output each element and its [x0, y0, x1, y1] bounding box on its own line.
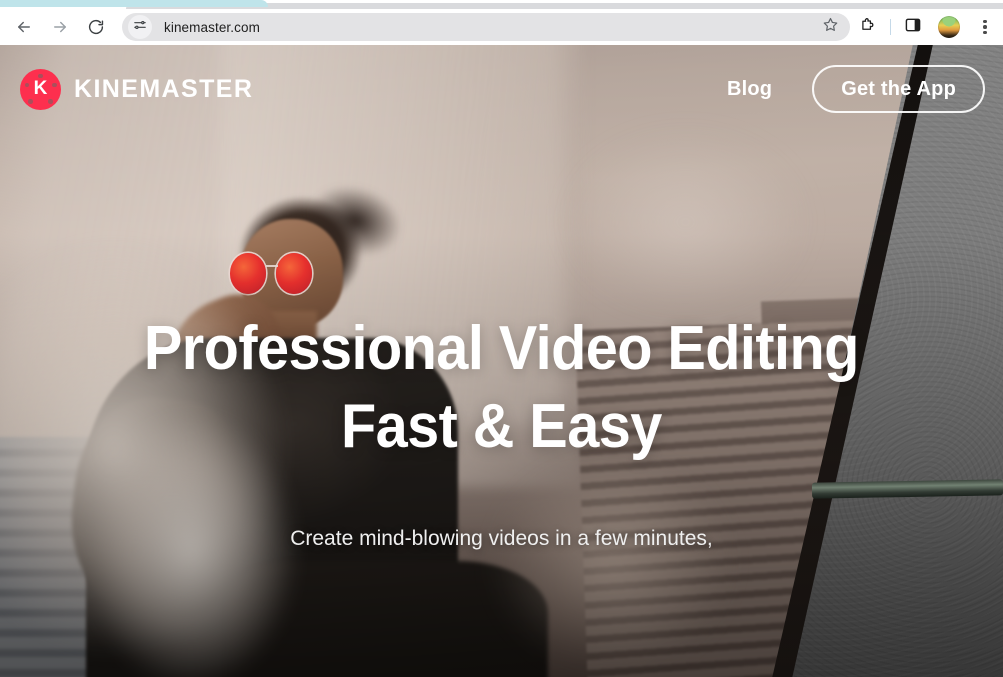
- hero-smoke-plume-lower: [40, 386, 341, 677]
- browser-window: kinemaster.com K KINEMASTER Blog Get the…: [0, 0, 1003, 677]
- logo-dot: [28, 98, 33, 104]
- toolbar-separator: [890, 19, 891, 35]
- reload-icon: [87, 18, 105, 36]
- brand-logo[interactable]: K KINEMASTER: [20, 68, 254, 110]
- url-text[interactable]: kinemaster.com: [164, 20, 817, 35]
- chrome-menu-button[interactable]: [971, 13, 999, 41]
- tab-strip: [0, 0, 1003, 9]
- side-panel-icon: [904, 16, 922, 39]
- back-arrow-icon: [15, 18, 33, 36]
- site-header: K KINEMASTER Blog Get the App: [0, 45, 1003, 133]
- logo-dot: [48, 98, 53, 104]
- tune-sliders-icon: [133, 18, 147, 37]
- logo-dot: [38, 73, 43, 79]
- nav-link-blog[interactable]: Blog: [727, 78, 772, 101]
- page-viewport: K KINEMASTER Blog Get the App Profession…: [0, 45, 1003, 677]
- site-settings-button[interactable]: [128, 15, 152, 39]
- forward-arrow-icon: [51, 18, 69, 36]
- hero-background-photo: [0, 45, 1003, 677]
- browser-toolbar: kinemaster.com: [0, 9, 1003, 45]
- get-the-app-button[interactable]: Get the App: [812, 65, 985, 113]
- back-button[interactable]: [10, 13, 38, 41]
- logo-dot: [24, 82, 30, 88]
- star-icon: [822, 16, 839, 38]
- bookmark-button[interactable]: [817, 14, 843, 40]
- active-tab[interactable]: [0, 0, 268, 7]
- three-dot-menu-icon: [983, 17, 987, 36]
- brand-name: KINEMASTER: [74, 74, 254, 103]
- kinemaster-logo-icon: K: [20, 68, 61, 110]
- extensions-button[interactable]: [854, 13, 882, 41]
- reload-button[interactable]: [82, 13, 110, 41]
- logo-dot: [51, 82, 57, 88]
- address-bar[interactable]: kinemaster.com: [122, 13, 850, 41]
- side-panel-button[interactable]: [899, 13, 927, 41]
- forward-button[interactable]: [46, 13, 74, 41]
- profile-button[interactable]: [935, 13, 963, 41]
- puzzle-piece-icon: [859, 16, 877, 39]
- header-navigation: Blog Get the App: [727, 65, 985, 113]
- toolbar-actions: [850, 13, 1003, 41]
- avatar-icon: [938, 16, 960, 38]
- hero-smoke-plume-center: [441, 411, 783, 677]
- hero-haze-upper-right: [481, 95, 823, 349]
